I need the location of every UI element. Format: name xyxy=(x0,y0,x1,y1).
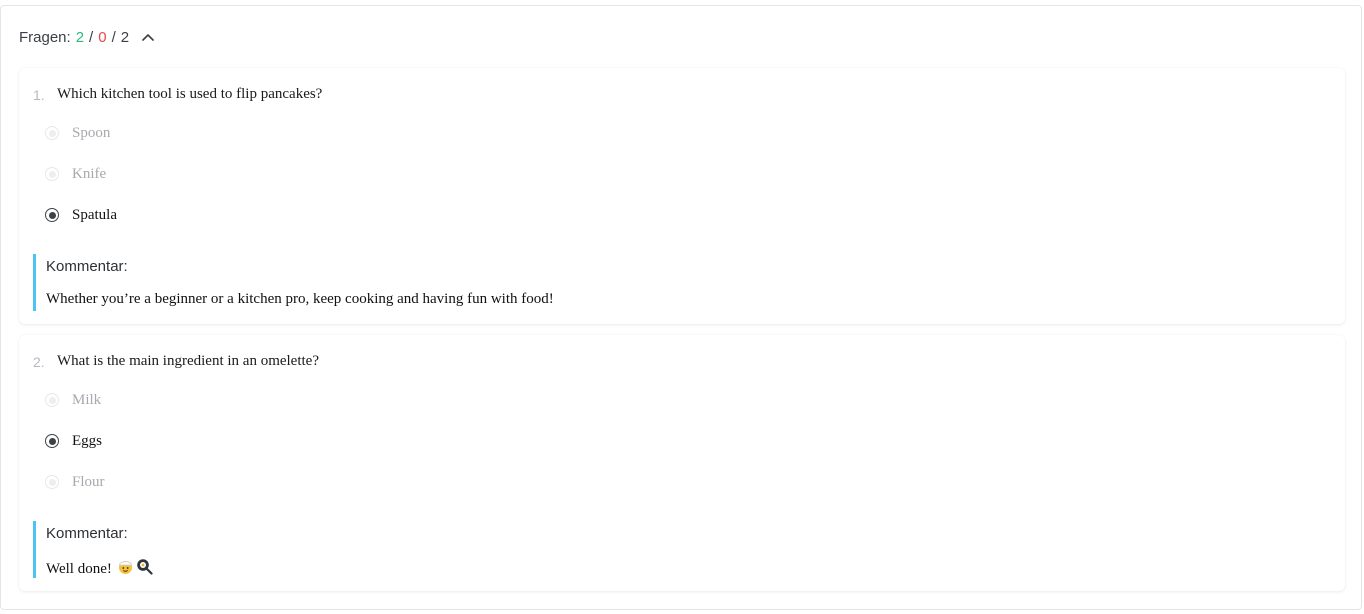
comment-block: Kommentar: Whether you’re a beginner or … xyxy=(33,254,933,311)
comment-text: Well done! xyxy=(46,560,112,577)
frying-pan-emoji-icon xyxy=(136,558,153,580)
summary-separator: / xyxy=(111,28,116,46)
comment-title: Kommentar: xyxy=(46,258,128,275)
option-label: Spoon xyxy=(72,124,111,141)
answer-option[interactable]: Spoon xyxy=(45,123,110,143)
answer-option[interactable]: Eggs xyxy=(45,431,102,451)
total-count: 2 xyxy=(120,28,130,46)
question-number: 2. xyxy=(33,353,45,370)
wrong-count: 0 xyxy=(98,28,107,46)
answer-option[interactable]: Spatula xyxy=(45,205,117,225)
summary-label: Fragen: xyxy=(19,28,71,46)
collapse-toggle-button[interactable] xyxy=(139,28,157,46)
comment-title: Kommentar: xyxy=(46,525,128,542)
option-label: Flour xyxy=(72,473,105,490)
option-label: Eggs xyxy=(72,432,102,449)
answer-option[interactable]: Flour xyxy=(45,472,105,492)
summary-separator: / xyxy=(89,28,94,46)
comment-text: Whether you’re a beginner or a kitchen p… xyxy=(46,291,554,307)
correct-count: 2 xyxy=(75,28,85,46)
option-label: Spatula xyxy=(72,206,117,223)
option-label: Knife xyxy=(72,165,107,182)
question-number: 1. xyxy=(33,86,45,103)
comment-body-wrapper: Well done! xyxy=(46,558,153,580)
question-card: 2. What is the main ingredient in an ome… xyxy=(19,335,1345,591)
question-text: What is the main ingredient in an omelet… xyxy=(57,353,319,369)
answer-option[interactable]: Milk xyxy=(45,390,101,410)
question-header: 2. What is the main ingredient in an ome… xyxy=(33,353,319,370)
radio-button[interactable] xyxy=(45,167,59,181)
cook-emoji-icon xyxy=(117,558,134,580)
chevron-up-icon xyxy=(142,34,154,41)
question-card: 1. Which kitchen tool is used to flip pa… xyxy=(19,68,1345,324)
questions-summary: Fragen: 2 / 0 / 2 xyxy=(19,26,157,48)
radio-button[interactable] xyxy=(45,393,59,407)
radio-button[interactable] xyxy=(45,475,59,489)
answer-option[interactable]: Knife xyxy=(45,164,106,184)
question-header: 1. Which kitchen tool is used to flip pa… xyxy=(33,86,322,103)
option-label: Milk xyxy=(72,391,102,408)
radio-button-selected[interactable] xyxy=(45,434,59,448)
radio-button[interactable] xyxy=(45,126,59,140)
comment-block: Kommentar: Well done! xyxy=(33,521,933,578)
question-text: Which kitchen tool is used to flip panca… xyxy=(57,86,323,102)
radio-button-selected[interactable] xyxy=(45,208,59,222)
